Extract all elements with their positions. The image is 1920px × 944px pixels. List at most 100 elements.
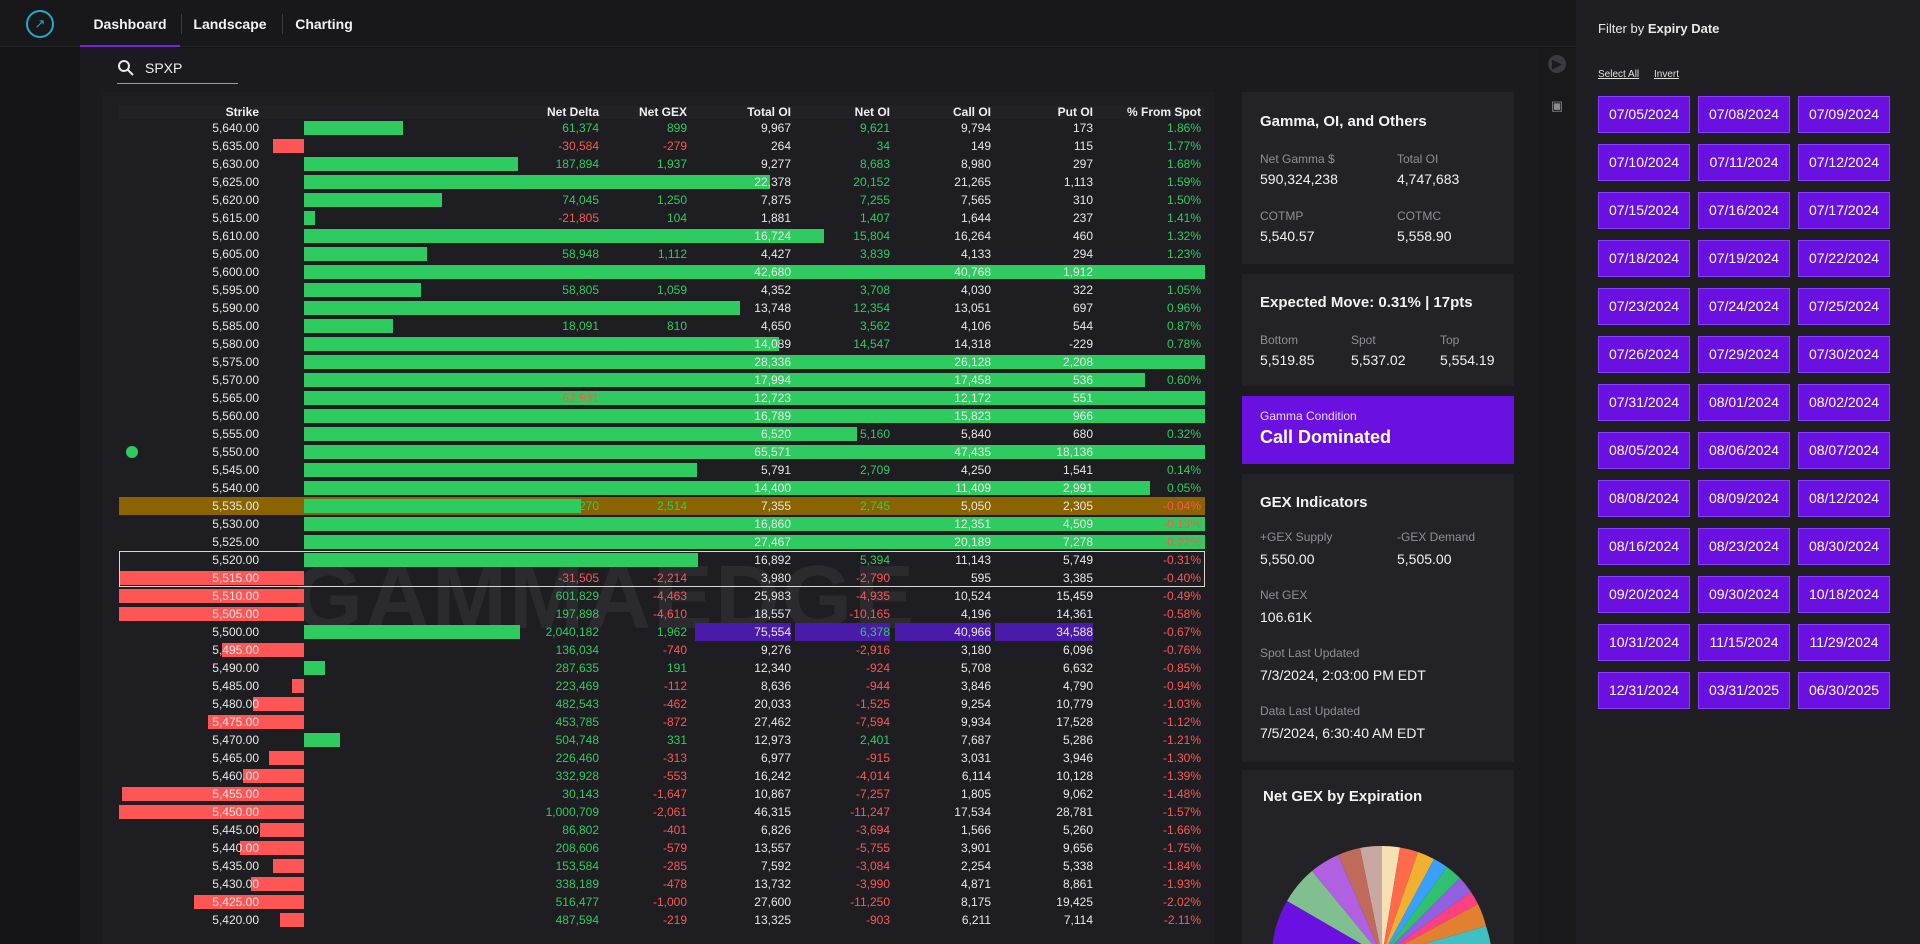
table-row[interactable]: 5,580.00 323,828 4,304 14,089 14,547 14,318 -2… [119,335,1205,353]
expiry-date-button[interactable]: 09/30/2024 [1698,576,1790,613]
table-row[interactable]: 5,565.00 -62,931 10,031 12,723 11,621 12,172 5… [119,389,1205,407]
expiry-date-button[interactable]: 07/25/2024 [1798,288,1890,325]
table-row[interactable]: 5,480.00 482,543 -462 20,033 -1,525 9,254 10,7… [119,695,1205,713]
expiry-date-button[interactable]: 07/09/2024 [1798,96,1890,133]
table-row[interactable]: 5,530.00 576,229 9,902 16,860 7,842 12,351 4,5… [119,515,1205,533]
expiry-date-button[interactable]: 07/29/2024 [1698,336,1790,373]
expiry-date-button[interactable]: 07/16/2024 [1698,192,1790,229]
table-row[interactable]: 5,510.00 601,829 -4,463 25,983 -4,935 10,524 1… [119,587,1205,605]
search-input[interactable] [145,58,237,78]
table-row[interactable]: 5,490.00 287,635 191 12,340 -924 5,708 6,632 -0… [119,659,1205,677]
table-row[interactable]: 5,605.00 58,948 1,112 4,427 3,839 4,133 294 1.2… [119,245,1205,263]
expand-arrow-icon[interactable]: ▶ [1548,55,1566,73]
expiry-date-button[interactable]: 07/31/2024 [1598,384,1690,421]
table-row[interactable]: 5,430.00 338,189 -478 13,732 -3,990 4,871 8,86… [119,875,1205,893]
expiry-date-button[interactable]: 06/30/2025 [1798,672,1890,709]
table-row[interactable]: 5,550.00 1,251,761 15,735 65,571 29,299 47,43… [119,443,1205,461]
expiry-date-button[interactable]: 07/23/2024 [1598,288,1690,325]
expiry-date-button[interactable]: 10/31/2024 [1598,624,1690,661]
table-row[interactable]: 5,420.00 487,594 -219 13,325 -903 6,211 7,114 -… [119,911,1205,929]
table-row[interactable]: 5,505.00 197,898 -4,610 18,557 -10,165 4,196 1… [119,605,1205,623]
tab-charting[interactable]: Charting [283,0,365,47]
expiry-date-button[interactable]: 10/18/2024 [1798,576,1890,613]
expiry-date-button[interactable]: 07/30/2024 [1798,336,1890,373]
table-row[interactable]: 5,640.00 61,374 899 9,967 9,621 9,794 173 1.86% [119,119,1205,137]
expiry-date-button[interactable]: 08/08/2024 [1598,480,1690,517]
table-row[interactable]: 5,635.00 -30,584 -279 264 34 149 115 1.77% [119,137,1205,155]
header-net-delta[interactable]: Net Delta [449,106,599,119]
expiry-date-button[interactable]: 08/07/2024 [1798,432,1890,469]
table-row[interactable]: 5,435.00 153,584 -285 7,592 -3,084 2,254 5,338… [119,857,1205,875]
expiry-date-button[interactable]: 08/01/2024 [1698,384,1790,421]
table-row[interactable]: 5,470.00 504,748 331 12,973 2,401 7,687 5,286 -… [119,731,1205,749]
ticker-search[interactable] [117,56,238,84]
expiry-date-button[interactable]: 07/08/2024 [1698,96,1790,133]
tab-landscape[interactable]: Landscape [182,0,278,47]
table-row[interactable]: 5,475.00 453,785 -872 27,462 -7,594 9,934 17,5… [119,713,1205,731]
net-gex-expiration-pie[interactable] [1272,846,1492,944]
header-net-gex[interactable]: Net GEX [605,106,687,119]
select-all-link[interactable]: Select All [1598,69,1639,80]
expiry-date-button[interactable]: 07/05/2024 [1598,96,1690,133]
app-logo-icon[interactable]: ↗ [26,10,54,38]
header-net-oi[interactable]: Net OI [795,106,890,119]
table-row[interactable]: 5,620.00 74,045 1,250 7,875 7,255 7,565 310 1.5… [119,191,1205,209]
table-row[interactable]: 5,610.00 282,405 4,720 16,724 15,804 16,264 46… [119,227,1205,245]
tab-dashboard[interactable]: Dashboard [80,0,180,47]
table-row[interactable]: 5,440.00 208,606 -579 13,557 -5,755 3,901 9,65… [119,839,1205,857]
header-total-oi[interactable]: Total OI [695,106,791,119]
table-row[interactable]: 5,570.00 440,421 7,632 17,994 16,922 17,458 53… [119,371,1205,389]
table-row[interactable]: 5,535.00 173,270 2,514 7,355 2,745 5,050 2,305… [119,497,1205,515]
table-row[interactable]: 5,590.00 268,005 3,952 13,748 12,354 13,051 69… [119,299,1205,317]
table-row[interactable]: 5,575.00 628,954 8,240 28,336 23,920 26,128 2,… [119,353,1205,371]
expiry-date-button[interactable]: 08/16/2024 [1598,528,1690,565]
table-row[interactable]: 5,545.00 106,104 3,565 5,791 2,709 4,250 1,541… [119,461,1205,479]
table-row[interactable]: 5,525.00 990,866 8,299 27,467 12,911 20,189 7,… [119,533,1205,551]
expiry-date-button[interactable]: 07/11/2024 [1698,144,1790,181]
table-row[interactable]: 5,625.00 325,172 4,226 22,378 20,152 21,265 1,… [119,173,1205,191]
table-row[interactable]: 5,560.00 345,657 11,705 16,789 14,857 15,823 9… [119,407,1205,425]
table-row[interactable]: 5,500.00 2,040,182 1,962 75,554 6,378 40,966 3… [119,623,1205,641]
expiry-date-button[interactable]: 07/12/2024 [1798,144,1890,181]
expiry-date-button[interactable]: 08/12/2024 [1798,480,1890,517]
expiry-date-button[interactable]: 07/18/2024 [1598,240,1690,277]
expiry-date-button[interactable]: 07/15/2024 [1598,192,1690,229]
table-row[interactable]: 5,595.00 58,805 1,059 4,352 3,708 4,030 322 1.0… [119,281,1205,299]
expiry-date-button[interactable]: 08/30/2024 [1798,528,1890,565]
expiry-date-button[interactable]: 08/06/2024 [1698,432,1790,469]
expiry-date-button[interactable]: 07/17/2024 [1798,192,1890,229]
expiry-date-button[interactable]: 07/24/2024 [1698,288,1790,325]
expiry-date-button[interactable]: 11/29/2024 [1798,624,1890,661]
table-row[interactable]: 5,495.00 136,034 -740 9,276 -2,916 3,180 6,096… [119,641,1205,659]
table-row[interactable]: 5,460.00 332,928 -553 16,242 -4,014 6,114 10,1… [119,767,1205,785]
table-row[interactable]: 5,515.00 -31,505 -2,214 3,980 -2,790 595 3,385… [119,569,1205,587]
expiry-date-button[interactable]: 07/10/2024 [1598,144,1690,181]
table-row[interactable]: 5,485.00 223,469 -112 8,636 -944 3,846 4,790 -0… [119,677,1205,695]
expiry-date-button[interactable]: 07/19/2024 [1698,240,1790,277]
table-row[interactable]: 5,555.00 142,679 5,014 6,520 5,160 5,840 680 0.… [119,425,1205,443]
expiry-date-button[interactable]: 08/05/2024 [1598,432,1690,469]
header-put-oi[interactable]: Put OI [995,106,1093,119]
table-row[interactable]: 5,600.00 1,222,444 9,637 42,680 38,856 40,768… [119,263,1205,281]
expiry-date-button[interactable]: 07/22/2024 [1798,240,1890,277]
expiry-date-button[interactable]: 08/09/2024 [1698,480,1790,517]
table-row[interactable]: 5,445.00 86,802 -401 6,826 -3,694 1,566 5,260 -… [119,821,1205,839]
header-strike[interactable]: Strike [159,106,259,119]
table-row[interactable]: 5,455.00 30,143 -1,647 10,867 -7,257 1,805 9,0… [119,785,1205,803]
expiry-date-button[interactable]: 07/26/2024 [1598,336,1690,373]
expiry-date-button[interactable]: 09/20/2024 [1598,576,1690,613]
invert-link[interactable]: Invert [1654,69,1679,80]
header-pct-from-spot[interactable]: % From Spot [1099,106,1201,119]
table-row[interactable]: 5,450.00 1,000,709 -2,061 46,315 -11,247 17,5… [119,803,1205,821]
header-call-oi[interactable]: Call OI [895,106,991,119]
table-row[interactable]: 5,465.00 226,460 -313 6,977 -915 3,031 3,946 -1… [119,749,1205,767]
camera-icon[interactable]: ▣ [1548,97,1566,115]
table-row[interactable]: 5,585.00 18,091 810 4,650 3,562 4,106 544 0.87% [119,317,1205,335]
expiry-date-button[interactable]: 03/31/2025 [1698,672,1790,709]
expiry-date-button[interactable]: 11/15/2024 [1698,624,1790,661]
table-row[interactable]: 5,540.00 429,033 7,675 14,400 8,418 11,409 2,9… [119,479,1205,497]
table-row[interactable]: 5,520.00 559,829 3,577 16,892 5,394 11,143 5,7… [119,551,1205,569]
expiry-date-button[interactable]: 08/23/2024 [1698,528,1790,565]
table-row[interactable]: 5,615.00 -21,805 104 1,881 1,407 1,644 237 1.41… [119,209,1205,227]
table-row[interactable]: 5,630.00 187,894 1,937 9,277 8,683 8,980 297 1.… [119,155,1205,173]
